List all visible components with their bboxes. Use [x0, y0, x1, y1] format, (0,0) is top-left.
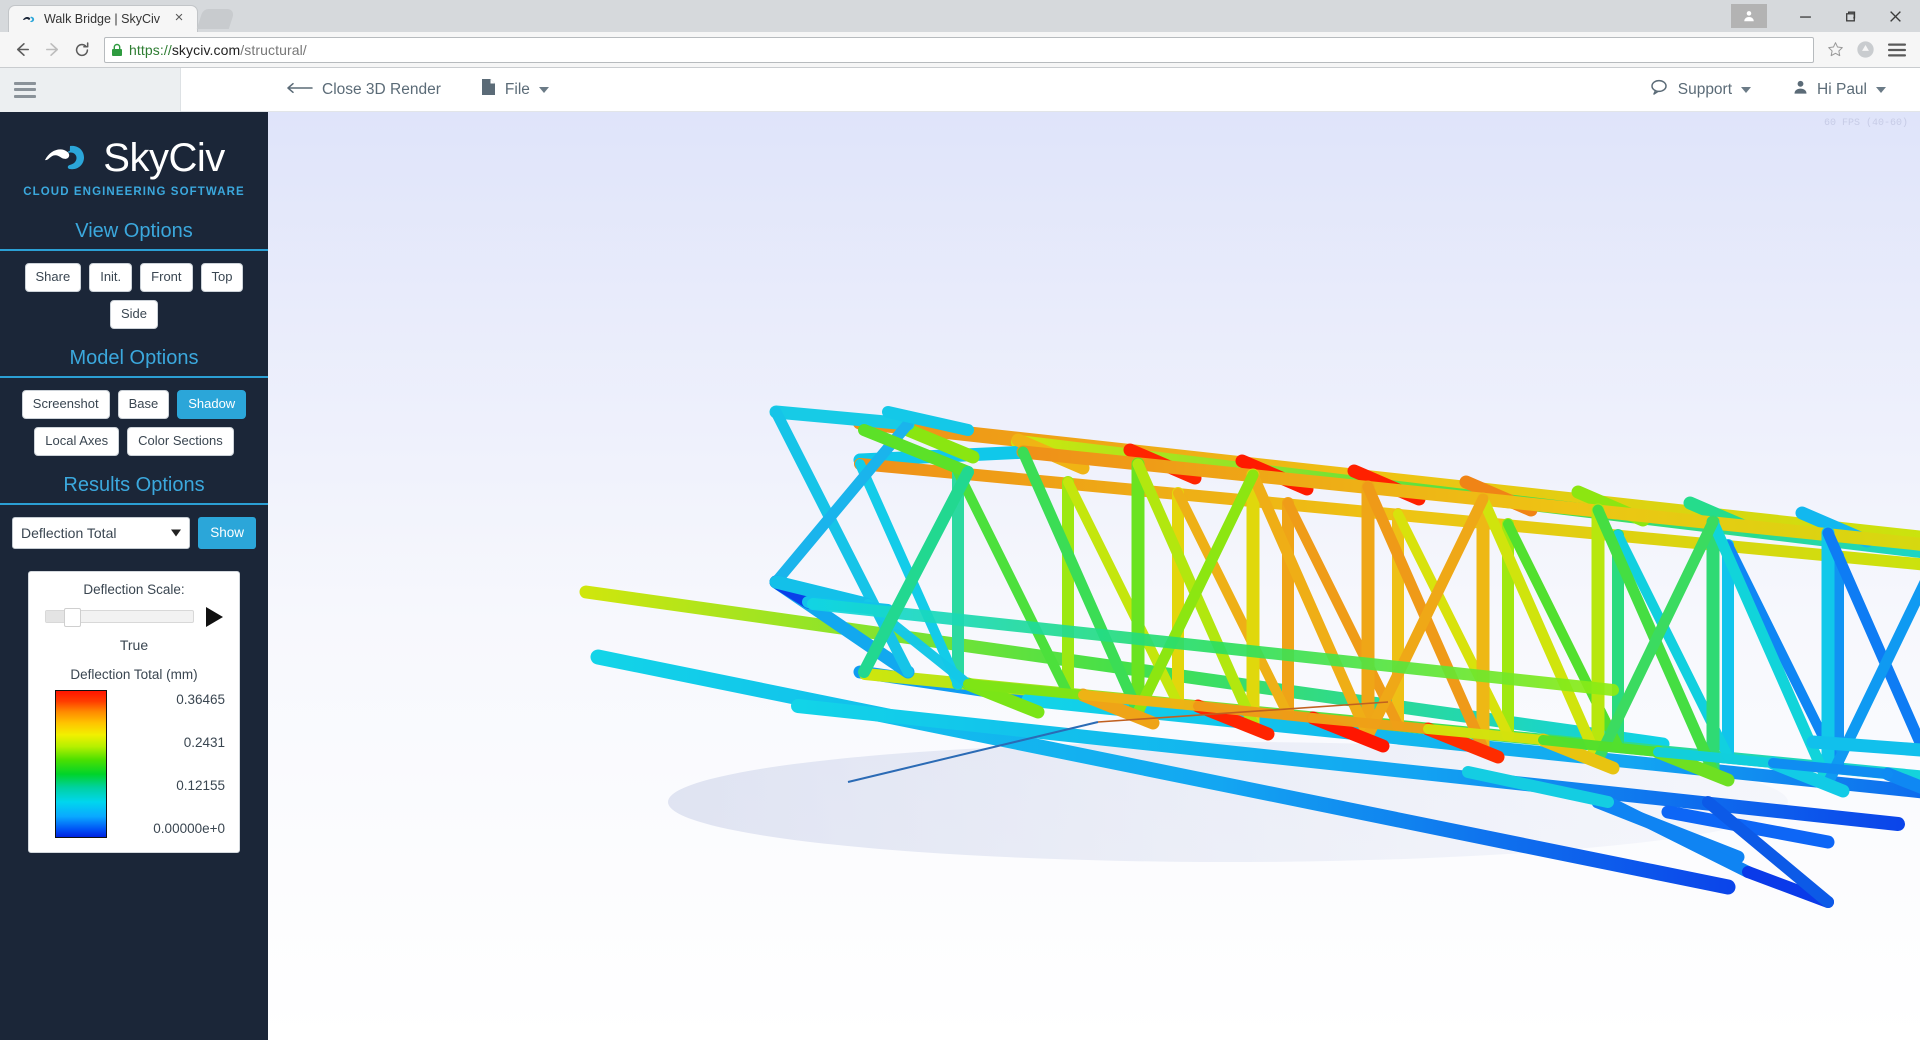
close-3d-render-label: Close 3D Render	[322, 81, 441, 99]
chevron-down-icon	[1741, 87, 1751, 93]
user-menu-label: Hi Paul	[1817, 81, 1867, 99]
legend-tick: 0.12155	[117, 778, 225, 793]
url-scheme: https://	[129, 42, 172, 58]
user-menu-button[interactable]: Hi Paul	[1793, 79, 1886, 100]
close-3d-render-button[interactable]: Close 3D Render	[287, 81, 441, 99]
sidebar: SkyCiv CLOUD ENGINEERING SOFTWARE View O…	[0, 112, 268, 1040]
view-button-front[interactable]: Front	[140, 263, 192, 292]
result-type-select-wrap: Deflection Total	[12, 517, 190, 549]
view-options-buttons: Share Init. Front Top Side	[0, 251, 268, 329]
legend-tick: 0.2431	[117, 735, 225, 750]
deflection-scale-slider[interactable]	[45, 610, 194, 623]
url-path: /structural/	[240, 42, 307, 58]
browser-toolbar: https://skyciv.com/structural/	[0, 32, 1920, 68]
model-button-shadow[interactable]: Shadow	[177, 390, 246, 419]
bookmark-star-icon[interactable]	[1822, 38, 1848, 62]
window-controls	[1731, 0, 1920, 32]
profile-icon[interactable]	[1731, 4, 1767, 28]
drive-icon[interactable]	[1850, 36, 1880, 64]
results-options-title: Results Options	[0, 474, 268, 497]
model-options-title: Model Options	[0, 347, 268, 370]
chevron-down-icon	[1876, 87, 1886, 93]
brand-logo: SkyCiv CLOUD ENGINEERING SOFTWARE	[0, 124, 268, 202]
deflection-scale-value: True	[41, 637, 227, 653]
skyciv-favicon-icon	[21, 11, 37, 27]
new-tab-button[interactable]	[197, 9, 235, 29]
hamburger-icon[interactable]	[14, 82, 36, 98]
results-controls: Deflection Total Show	[0, 505, 268, 549]
main-layout: SkyCiv CLOUD ENGINEERING SOFTWARE View O…	[0, 112, 1920, 1040]
view-button-init[interactable]: Init.	[89, 263, 132, 292]
model-button-base[interactable]: Base	[118, 390, 170, 419]
header-right-menu: Support Hi Paul	[1651, 79, 1920, 100]
app-header: Close 3D Render File Support Hi Paul	[0, 68, 1920, 112]
chat-icon	[1651, 79, 1669, 100]
user-icon	[1793, 79, 1808, 100]
file-menu-label: File	[505, 81, 530, 99]
support-menu-button[interactable]: Support	[1651, 79, 1751, 100]
result-type-select[interactable]: Deflection Total	[12, 517, 190, 549]
model-button-local-axes[interactable]: Local Axes	[34, 427, 119, 456]
header-left-menu: Close 3D Render File	[181, 78, 549, 101]
tab-close-icon[interactable]: ×	[171, 11, 187, 27]
chevron-down-icon	[171, 529, 181, 536]
brand-tagline: CLOUD ENGINEERING SOFTWARE	[0, 186, 268, 198]
show-results-button[interactable]: Show	[198, 517, 256, 549]
reload-button[interactable]	[68, 36, 96, 64]
window-close-button[interactable]	[1873, 0, 1918, 32]
deflection-scale-row	[41, 607, 227, 627]
legend-body: 0.36465 0.2431 0.12155 0.00000e+0	[41, 690, 227, 838]
browser-menu-icon[interactable]	[1882, 36, 1912, 64]
legend-title: Deflection Total (mm)	[41, 667, 227, 682]
file-menu-button[interactable]: File	[481, 78, 549, 101]
skyciv-logo-icon	[43, 134, 99, 182]
sidebar-toggle-zone[interactable]	[0, 68, 181, 112]
view-button-side[interactable]: Side	[110, 300, 158, 329]
brand-name: SkyCiv	[103, 136, 224, 181]
long-arrow-left-icon	[287, 81, 313, 99]
file-icon	[481, 78, 496, 101]
tab-title: Walk Bridge | SkyCiv	[44, 12, 164, 26]
model-options-buttons: Screenshot Base Shadow Local Axes Color …	[0, 378, 268, 456]
window-minimize-button[interactable]	[1783, 0, 1828, 32]
slider-thumb[interactable]	[64, 608, 81, 627]
legend-tick: 0.00000e+0	[117, 821, 225, 836]
fps-counter: 60 FPS (40-60)	[1824, 118, 1908, 129]
address-bar[interactable]: https://skyciv.com/structural/	[104, 37, 1814, 63]
legend-tick: 0.36465	[117, 692, 225, 707]
url-host: skyciv.com	[172, 42, 240, 58]
play-icon[interactable]	[206, 607, 223, 627]
url-text: https://skyciv.com/structural/	[129, 42, 307, 58]
view-button-share[interactable]: Share	[25, 263, 82, 292]
forward-button[interactable]	[38, 36, 66, 64]
view-options-title: View Options	[0, 220, 268, 243]
legend-tick-list: 0.36465 0.2431 0.12155 0.00000e+0	[117, 690, 227, 838]
support-menu-label: Support	[1678, 81, 1732, 99]
deflection-scale-label: Deflection Scale:	[41, 582, 227, 597]
model-button-screenshot[interactable]: Screenshot	[22, 390, 110, 419]
back-button[interactable]	[8, 36, 36, 64]
chevron-down-icon	[539, 87, 549, 93]
view-button-top[interactable]: Top	[201, 263, 244, 292]
lock-icon	[111, 43, 123, 57]
truss-bridge-3d-model[interactable]	[268, 112, 1920, 1040]
browser-titlebar: Walk Bridge | SkyCiv ×	[0, 0, 1920, 32]
window-maximize-button[interactable]	[1828, 0, 1873, 32]
browser-tab[interactable]: Walk Bridge | SkyCiv ×	[8, 5, 198, 32]
tab-strip: Walk Bridge | SkyCiv ×	[0, 0, 1731, 32]
render-viewport[interactable]: 60 FPS (40-60)	[268, 112, 1920, 1040]
color-gradient-bar	[55, 690, 107, 838]
deflection-legend-card: Deflection Scale: True Deflection Total …	[28, 571, 240, 853]
model-button-color-sections[interactable]: Color Sections	[127, 427, 234, 456]
